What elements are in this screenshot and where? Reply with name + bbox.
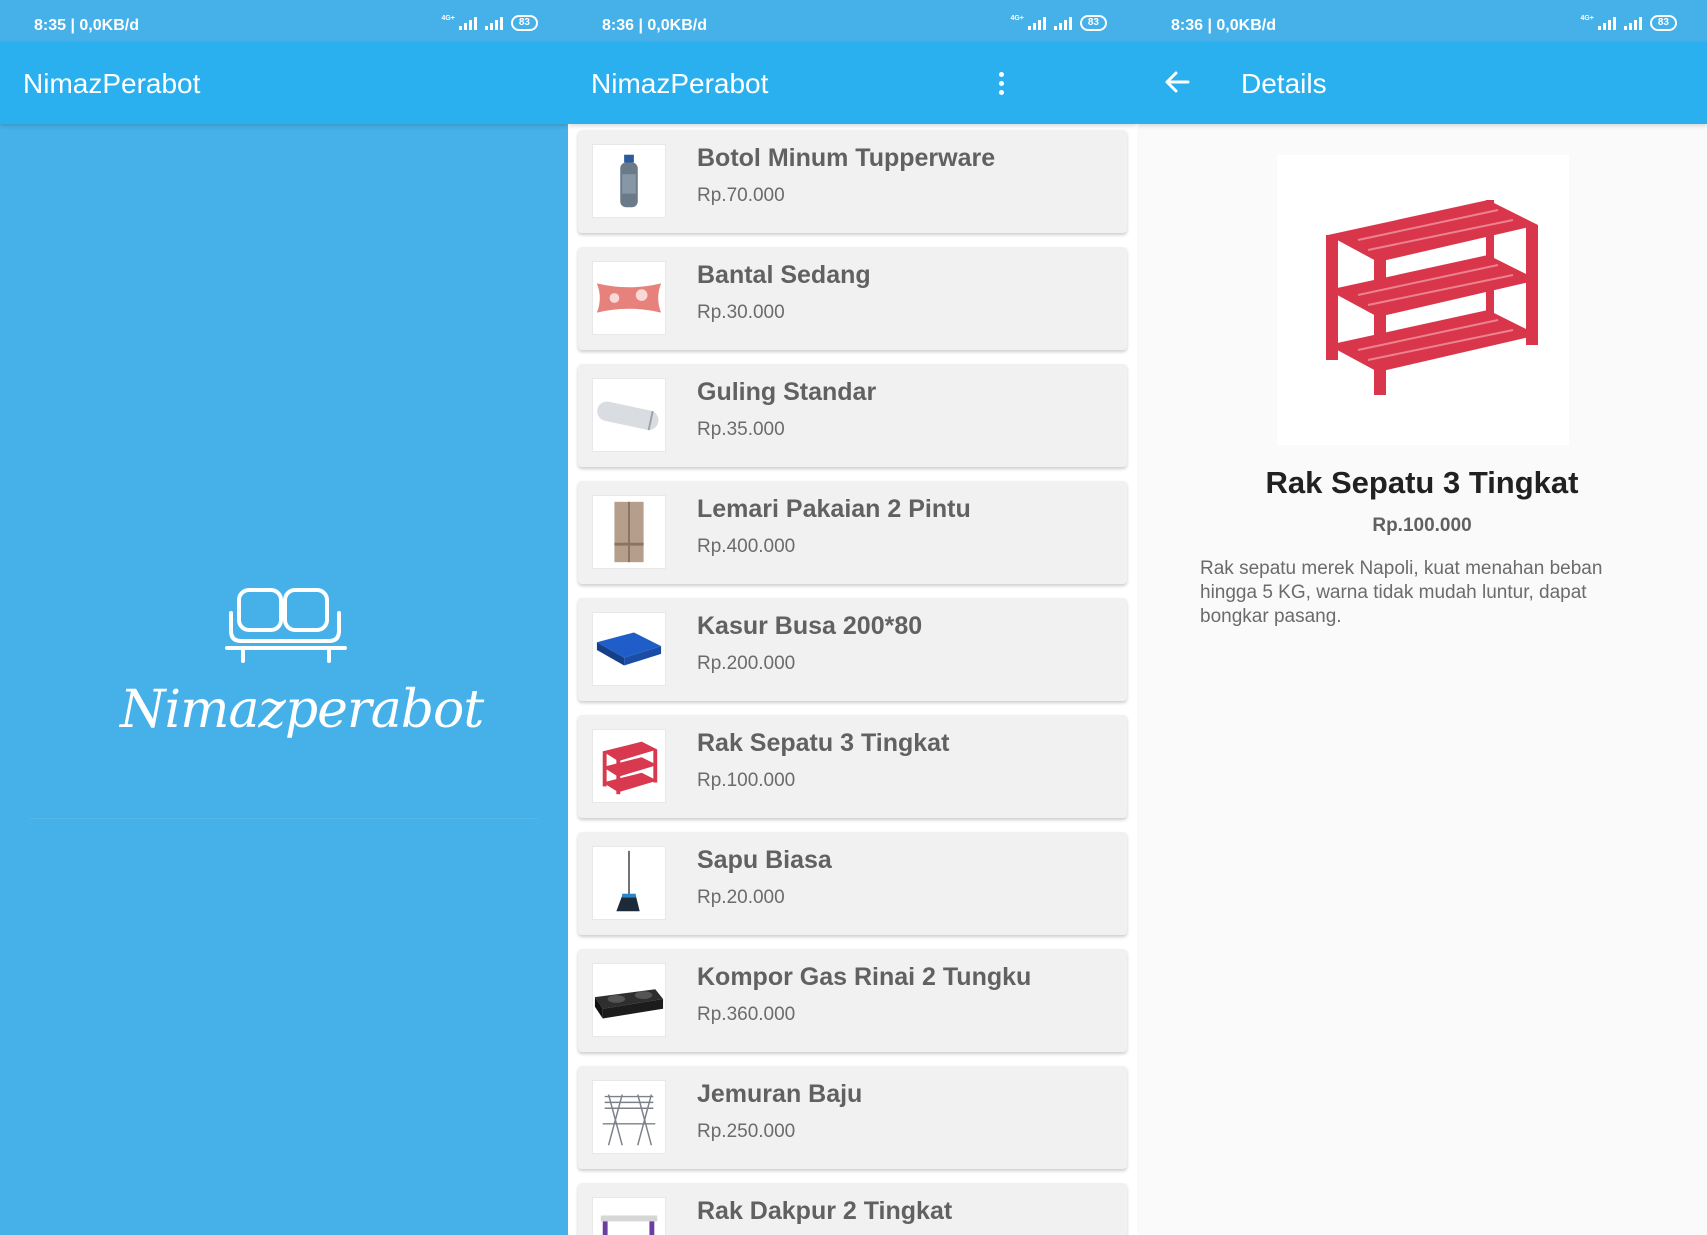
app-title: NimazPerabot (23, 68, 201, 99)
battery-icon: 83 (510, 15, 538, 31)
list-item[interactable]: Botol Minum Tupperware Rp.70.000 (578, 130, 1127, 233)
product-list-screen: 8:36 | 0,0KB/d 4G+ 83 NimazPerabot Botol… (568, 0, 1137, 1235)
item-name: Guling Standar (697, 378, 877, 406)
list-item[interactable]: Kompor Gas Rinai 2 Tungku Rp.360.000 (578, 949, 1127, 1052)
divider (30, 818, 538, 819)
broom-icon (592, 846, 666, 920)
overflow-menu-icon[interactable] (995, 70, 1007, 98)
item-name: Rak Sepatu 3 Tingkat (697, 729, 950, 757)
back-arrow-icon[interactable] (1162, 66, 1194, 98)
sofa-icon (225, 588, 347, 663)
item-name: Lemari Pakaian 2 Pintu (697, 495, 971, 523)
status-icons: 4G+ 83 (441, 15, 538, 31)
signal-icon (458, 16, 477, 30)
item-name: Kasur Busa 200*80 (697, 612, 923, 640)
app-bar: NimazPerabot (568, 42, 1137, 124)
wardrobe-icon (592, 495, 666, 569)
item-price: Rp.400.000 (697, 536, 796, 557)
item-price: Rp.250.000 (697, 1121, 796, 1142)
battery-icon: 83 (1649, 15, 1677, 31)
list-item[interactable]: Rak Sepatu 3 Tingkat Rp.100.000 (578, 715, 1127, 818)
network-type: 4G+ (1010, 15, 1024, 22)
app-title: Details (1241, 68, 1327, 99)
product-detail-screen: 8:36 | 0,0KB/d 4G+ 83 Details Rak Sepatu… (1137, 0, 1707, 1235)
clothes-rack-icon (592, 1080, 666, 1154)
mattress-icon (592, 612, 666, 686)
list-item[interactable]: Bantal Sedang Rp.30.000 (578, 247, 1127, 350)
status-time: 8:36 | 0,0KB/d (602, 17, 707, 34)
item-name: Jemuran Baju (697, 1080, 863, 1108)
app-bar: Details (1137, 42, 1707, 124)
network-type: 4G+ (441, 15, 455, 22)
status-icons: 4G+ 83 (1010, 15, 1107, 31)
signal-icon (1027, 16, 1046, 30)
status-time: 8:35 | 0,0KB/d (34, 17, 139, 34)
status-icons: 4G+ 83 (1580, 15, 1677, 31)
signal-icon-2 (484, 16, 503, 30)
item-name: Kompor Gas Rinai 2 Tungku (697, 963, 1032, 991)
product-price: Rp.100.000 (1372, 515, 1472, 536)
item-price: Rp.70.000 (697, 185, 785, 206)
list-item[interactable]: Lemari Pakaian 2 Pintu Rp.400.000 (578, 481, 1127, 584)
app-bar: NimazPerabot (0, 42, 568, 124)
signal-icon-2 (1623, 16, 1642, 30)
shoe-rack-icon (592, 729, 666, 803)
item-price: Rp.30.000 (697, 302, 785, 323)
gas-stove-icon (592, 963, 666, 1037)
app-title: NimazPerabot (591, 68, 769, 99)
status-bar: 8:36 | 0,0KB/d 4G+ 83 (1137, 0, 1707, 42)
item-price: Rp.100.000 (697, 770, 796, 791)
kitchen-rack-icon (592, 1197, 666, 1235)
status-time: 8:36 | 0,0KB/d (1171, 17, 1276, 34)
signal-icon-2 (1053, 16, 1072, 30)
item-price: Rp.200.000 (697, 653, 796, 674)
list-item[interactable]: Sapu Biasa Rp.20.000 (578, 832, 1127, 935)
bottle-icon (592, 144, 666, 218)
item-name: Botol Minum Tupperware (697, 144, 996, 172)
product-description: Rak sepatu merek Napoli, kuat menahan be… (1200, 558, 1603, 627)
item-price: Rp.20.000 (697, 887, 785, 908)
product-name: Rak Sepatu 3 Tingkat (1265, 465, 1579, 500)
signal-icon (1597, 16, 1616, 30)
brand-wordmark: Nimazperabot (120, 680, 484, 740)
product-list[interactable]: Botol Minum Tupperware Rp.70.000 Bantal … (568, 124, 1137, 1235)
list-item[interactable]: Rak Dakpur 2 Tingkat (578, 1183, 1127, 1235)
product-image (1277, 155, 1569, 445)
network-type: 4G+ (1580, 15, 1594, 22)
item-name: Bantal Sedang (697, 261, 871, 289)
splash-screen: 8:35 | 0,0KB/d 4G+ 83 NimazPerabot Nimaz… (0, 0, 568, 1235)
item-price: Rp.360.000 (697, 1004, 796, 1025)
status-bar: 8:35 | 0,0KB/d 4G+ 83 (0, 0, 568, 42)
item-name: Sapu Biasa (697, 846, 832, 874)
pillow-icon (592, 261, 666, 335)
item-price: Rp.35.000 (697, 419, 785, 440)
list-item[interactable]: Guling Standar Rp.35.000 (578, 364, 1127, 467)
bolster-icon (592, 378, 666, 452)
list-item[interactable]: Kasur Busa 200*80 Rp.200.000 (578, 598, 1127, 701)
splash-logo: Nimazperabot (120, 585, 484, 765)
status-bar: 8:36 | 0,0KB/d 4G+ 83 (568, 0, 1137, 42)
battery-icon: 83 (1079, 15, 1107, 31)
list-item[interactable]: Jemuran Baju Rp.250.000 (578, 1066, 1127, 1169)
item-name: Rak Dakpur 2 Tingkat (697, 1197, 953, 1225)
